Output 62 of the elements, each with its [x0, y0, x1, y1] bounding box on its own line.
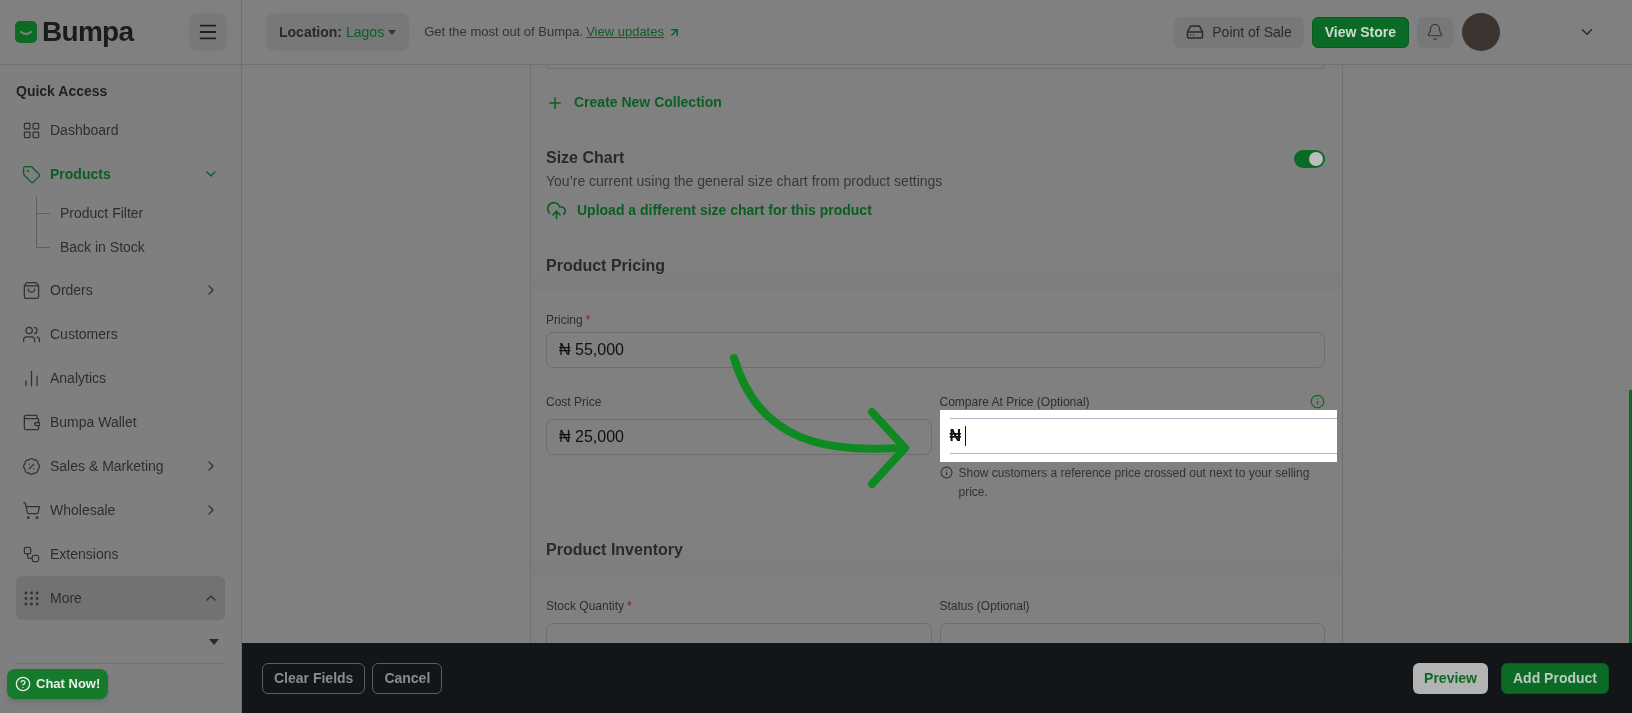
view-updates-link[interactable]: View updates [586, 22, 681, 42]
avatar[interactable] [1462, 13, 1500, 51]
notifications-button[interactable] [1417, 16, 1453, 48]
section-title: Size Chart [546, 148, 626, 168]
view-store-button[interactable]: View Store [1311, 16, 1409, 48]
wallet-icon [22, 412, 41, 432]
point-of-sale-button[interactable]: Point of Sale [1174, 16, 1304, 48]
sidebar-subitem[interactable]: Product Filter [60, 202, 144, 224]
section-heading: Product Pricing [546, 256, 666, 276]
sidebar-item[interactable]: More [16, 576, 225, 620]
tagline: Get the most out of Bumpa. [424, 23, 584, 42]
grid-icon [22, 120, 41, 140]
bell-icon [1426, 23, 1444, 41]
sidebar-item[interactable]: Sales & Marketing [16, 444, 225, 488]
sidebar-item[interactable]: Orders [16, 268, 225, 312]
field-label: Status (Optional) [939, 598, 1031, 613]
sidebar-item[interactable]: Dashboard [16, 108, 225, 152]
upload-cloud-icon [546, 200, 567, 221]
sidebar-item[interactable]: Analytics [16, 356, 225, 400]
section-title: Quick Access [16, 82, 109, 101]
info-icon [939, 466, 953, 479]
footer-button[interactable]: Cancel [372, 662, 443, 694]
tag-icon [22, 164, 41, 184]
sidebar-subitem[interactable]: Back in Stock [60, 236, 145, 258]
section-description: You’re current using the general size chart from product settings [546, 172, 943, 191]
bar-chart-icon [22, 368, 41, 388]
input-field[interactable]: ₦ 25,000 [546, 419, 932, 455]
field-label: Stock Quantity * [546, 598, 633, 613]
scroll-bar[interactable] [1629, 390, 1632, 645]
field-label: Compare At Price (Optional) [939, 394, 1090, 409]
caret-down-icon [209, 638, 219, 645]
location-selector[interactable]: Location: Lagos [266, 13, 410, 51]
sidebar-item[interactable]: Wholesale [16, 488, 225, 532]
info-icon[interactable] [1310, 393, 1325, 409]
size-chart-toggle[interactable] [1294, 150, 1325, 168]
logo-text: Bumpa [42, 15, 134, 49]
input-field[interactable]: ₦ 55,000 [546, 332, 1325, 368]
footer-button[interactable]: Preview [1413, 662, 1488, 694]
blocks-icon [22, 544, 41, 564]
chat-now-button[interactable]: Chat Now! [7, 669, 109, 699]
caret-down-icon [388, 29, 397, 35]
users-icon [22, 324, 41, 344]
cart-icon [22, 500, 41, 520]
create-collection-link[interactable]: Create New Collection [546, 92, 722, 113]
help-icon [15, 676, 31, 692]
bag-icon [22, 280, 41, 300]
sidebar-item[interactable]: Products [16, 152, 225, 196]
sidebar-item[interactable]: Customers [16, 312, 225, 356]
logo-icon [15, 21, 37, 43]
sidebar-item[interactable]: Bumpa Wallet [16, 400, 225, 444]
menu-button[interactable] [189, 13, 227, 51]
help-text: Show customers a reference price crossed out next to your selling price. [958, 465, 1311, 501]
field-label: Cost Price [546, 394, 603, 409]
field-label: Pricing * [546, 312, 592, 327]
footer-button[interactable]: Clear Fields [262, 662, 366, 694]
sidebar-item[interactable]: Extensions [16, 532, 225, 576]
section-heading: Product Inventory [546, 540, 683, 560]
percent-badge-icon [22, 456, 41, 476]
input-field[interactable]: ₦ [949, 418, 1337, 454]
drive-icon [1186, 23, 1205, 41]
upload-size-chart-link[interactable]: Upload a different size chart for this product [546, 200, 872, 221]
footer-button[interactable]: Add Product [1501, 662, 1609, 694]
